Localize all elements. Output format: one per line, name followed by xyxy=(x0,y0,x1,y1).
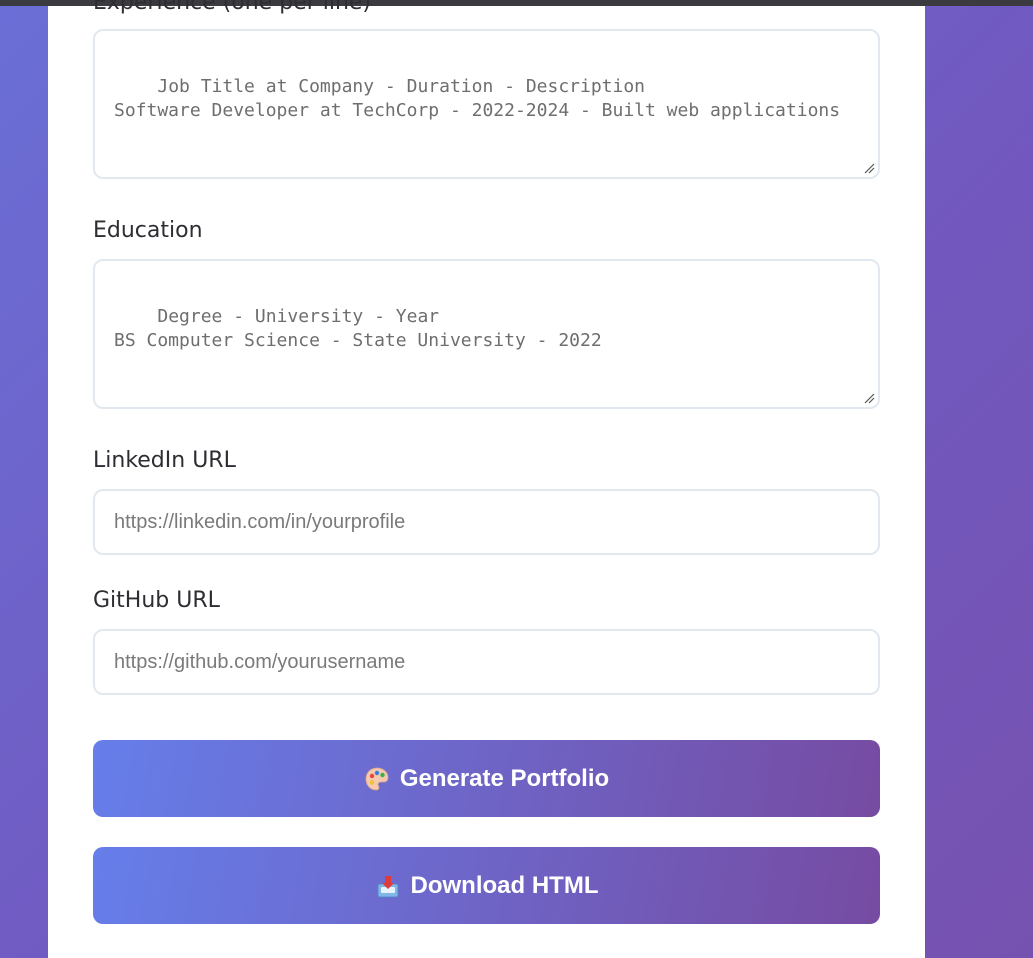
linkedin-label: LinkedIn URL xyxy=(93,448,236,473)
resize-grip-icon[interactable] xyxy=(863,162,875,174)
experience-label: Experience (one per line) xyxy=(93,0,372,15)
github-url-input[interactable]: https://github.com/yourusername xyxy=(93,629,880,695)
github-label: GitHub URL xyxy=(93,588,220,613)
generate-portfolio-button[interactable]: Generate Portfolio xyxy=(93,740,880,817)
experience-textarea[interactable]: Job Title at Company - Duration - Descri… xyxy=(93,29,880,179)
linkedin-placeholder: https://linkedin.com/in/yourprofile xyxy=(114,510,406,533)
portfolio-form-card: Experience (one per line) Job Title at C… xyxy=(48,0,925,958)
download-html-button[interactable]: Download HTML xyxy=(93,847,880,924)
download-html-label: Download HTML xyxy=(410,871,599,899)
education-label: Education xyxy=(93,218,203,243)
education-textarea[interactable]: Degree - University - Year BS Computer S… xyxy=(93,259,880,409)
resize-grip-icon[interactable] xyxy=(863,392,875,404)
education-placeholder: Degree - University - Year BS Computer S… xyxy=(114,306,602,351)
github-placeholder: https://github.com/yourusername xyxy=(114,650,406,673)
experience-placeholder: Job Title at Company - Duration - Descri… xyxy=(114,76,841,121)
linkedin-url-input[interactable]: https://linkedin.com/in/yourprofile xyxy=(93,489,880,555)
download-inbox-icon xyxy=(377,875,398,897)
palette-icon xyxy=(365,767,389,790)
generate-portfolio-label: Generate Portfolio xyxy=(399,764,610,792)
